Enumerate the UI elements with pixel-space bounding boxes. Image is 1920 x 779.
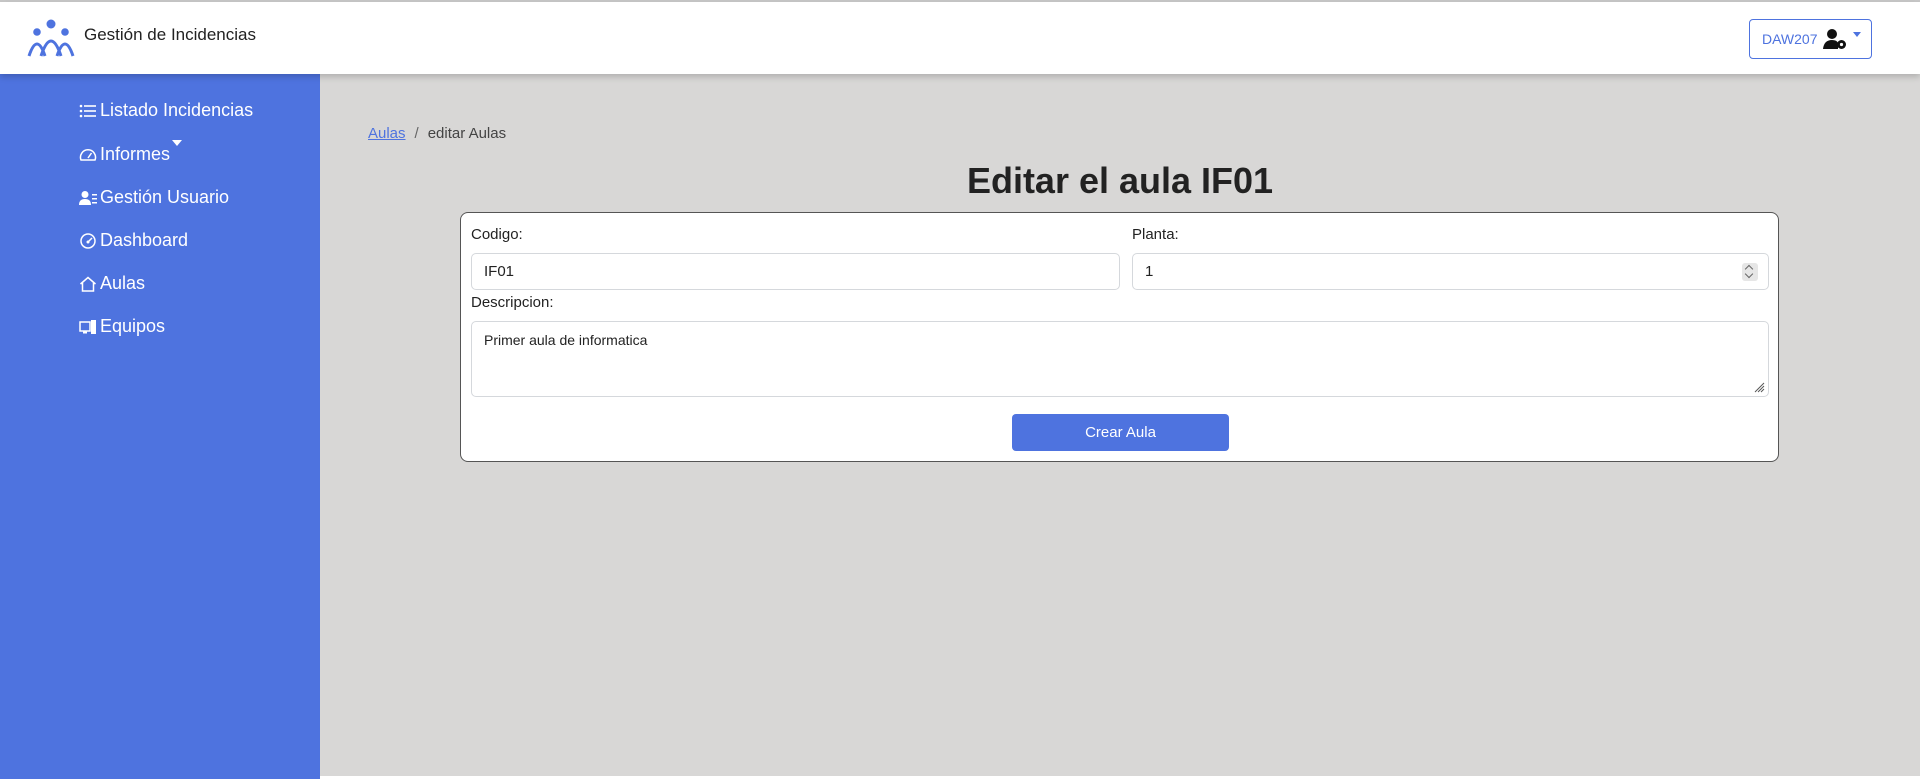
descripcion-textarea[interactable]: Primer aula de informatica <box>471 321 1769 397</box>
sidebar-item-label: Gestión Usuario <box>100 187 230 207</box>
user-menu-button[interactable]: DAW207 <box>1749 19 1872 59</box>
dashboard-icon <box>80 232 96 249</box>
user-name: DAW207 <box>1762 31 1818 47</box>
brand[interactable]: Gestión de Incidencias <box>27 18 256 58</box>
sidebar-item-label: Equipos <box>100 316 166 336</box>
sidebar-item-listado-incidencias[interactable]: Listado Incidencias <box>79 100 253 121</box>
descripcion-value: Primer aula de informatica <box>484 332 648 348</box>
breadcrumb: Aulas / editar Aulas <box>368 125 506 142</box>
main-content: Aulas / editar Aulas Editar el aula IF01… <box>320 74 1920 776</box>
planta-label: Planta: <box>1132 226 1179 243</box>
sidebar: Listado Incidencias Informes Gestión Usu… <box>0 74 320 779</box>
number-spinner-icon[interactable] <box>1742 263 1758 281</box>
list-icon <box>79 104 96 117</box>
edit-aula-form: Codigo: IF01 Planta: 1 Descripcion: Prim… <box>460 212 1779 462</box>
gauge-icon <box>79 148 97 161</box>
breadcrumb-current: editar Aulas <box>427 125 507 142</box>
user-gear-icon <box>1822 29 1846 49</box>
people-group-icon <box>27 19 75 57</box>
resize-grip-icon[interactable] <box>1754 382 1765 393</box>
breadcrumb-link-aulas[interactable]: Aulas <box>368 125 406 142</box>
descripcion-label: Descripcion: <box>471 294 554 311</box>
sidebar-item-equipos[interactable]: Equipos <box>79 316 165 337</box>
sidebar-item-label: Aulas <box>100 273 146 293</box>
sidebar-item-gestion-usuario[interactable]: Gestión Usuario <box>79 187 229 208</box>
app-title: Gestión de Incidencias <box>84 25 256 44</box>
sidebar-item-label: Listado Incidencias <box>100 100 254 120</box>
page-title: Editar el aula IF01 <box>966 160 1274 201</box>
devices-icon <box>79 319 96 334</box>
planta-number-input[interactable]: 1 <box>1132 253 1769 290</box>
chevron-down-icon[interactable] <box>172 140 182 146</box>
codigo-input[interactable]: IF01 <box>471 253 1120 290</box>
chevron-down-icon <box>1852 31 1861 37</box>
codigo-label: Codigo: <box>471 226 523 243</box>
top-navbar: Gestión de Incidencias DAW207 <box>0 2 1920 74</box>
house-icon <box>80 276 96 292</box>
planta-value: 1 <box>1145 263 1154 280</box>
sidebar-item-dashboard[interactable]: Dashboard <box>79 230 188 251</box>
sidebar-item-informes[interactable]: Informes <box>79 144 170 165</box>
sidebar-item-label: Informes <box>100 144 171 164</box>
sidebar-item-aulas[interactable]: Aulas <box>79 273 145 294</box>
crear-aula-button[interactable]: Crear Aula <box>1012 414 1229 451</box>
breadcrumb-separator: / <box>414 125 419 142</box>
user-lines-icon <box>79 190 97 205</box>
sidebar-item-label: Dashboard <box>100 230 189 250</box>
